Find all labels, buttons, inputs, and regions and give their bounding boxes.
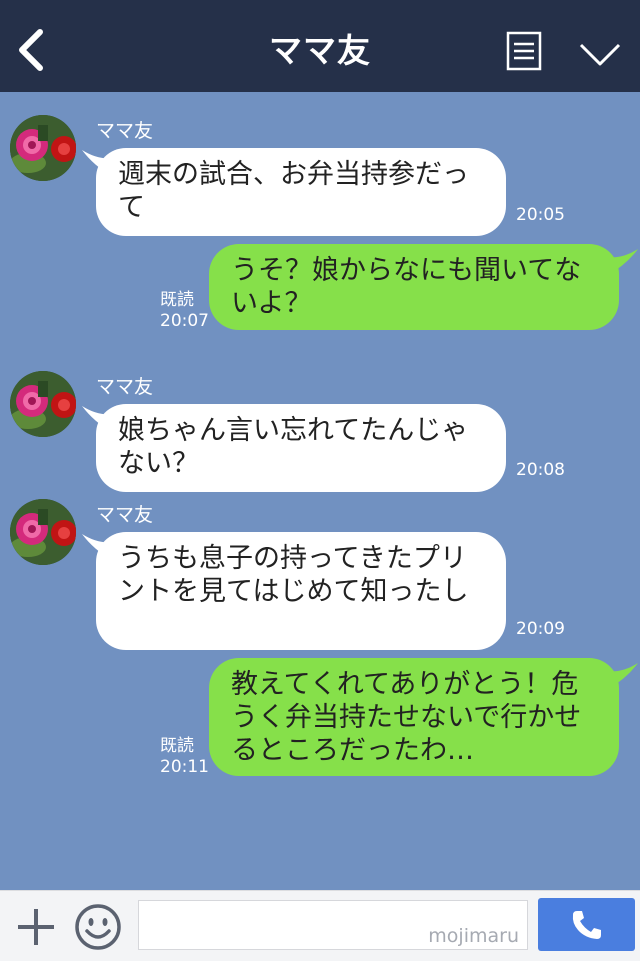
avatar[interactable] (10, 499, 76, 565)
message-time: 20:11 (160, 757, 209, 777)
chat-area[interactable]: ママ友 週末の試合、お弁当持参だって 20:05 うそ？娘からなにも聞いてないよ… (0, 92, 640, 890)
menu-icon[interactable] (506, 31, 542, 71)
chevron-down-icon[interactable] (578, 40, 622, 68)
sender-name: ママ友 (96, 376, 154, 398)
read-receipt: 既読 (160, 290, 194, 310)
message-time: 20:05 (516, 205, 565, 225)
message-time: 20:09 (516, 619, 565, 639)
input-bar: mojimaru (0, 890, 640, 961)
message-bubble-incoming[interactable]: うちも息子の持ってきたプリントを見てはじめて知ったし (96, 532, 506, 650)
plus-icon[interactable] (14, 905, 58, 949)
chat-title: ママ友 (269, 31, 371, 70)
message-bubble-incoming[interactable]: 娘ちゃん言い忘れてたんじゃない？ (96, 404, 506, 492)
header-bar: ママ友 (0, 0, 640, 92)
message-time: 20:07 (160, 311, 209, 331)
rose-photo-icon (10, 499, 76, 565)
watermark: mojimaru (428, 925, 519, 947)
smiley-icon[interactable] (74, 903, 122, 951)
read-receipt: 既読 (160, 736, 194, 756)
avatar[interactable] (10, 115, 76, 181)
message-input[interactable]: mojimaru (138, 900, 528, 950)
sender-name: ママ友 (96, 504, 154, 526)
message-bubble-outgoing[interactable]: 教えてくれてありがとう！危うく弁当持たせないで行かせるところだったわ… (209, 658, 619, 776)
message-bubble-outgoing[interactable]: うそ？娘からなにも聞いてないよ？ (209, 244, 619, 330)
phone-icon (572, 911, 601, 939)
message-bubble-incoming[interactable]: 週末の試合、お弁当持参だって (96, 148, 506, 236)
avatar[interactable] (10, 371, 76, 437)
call-button[interactable] (538, 898, 635, 951)
rose-photo-icon (10, 115, 76, 181)
message-time: 20:08 (516, 460, 565, 480)
sender-name: ママ友 (96, 120, 154, 142)
rose-photo-icon (10, 371, 76, 437)
